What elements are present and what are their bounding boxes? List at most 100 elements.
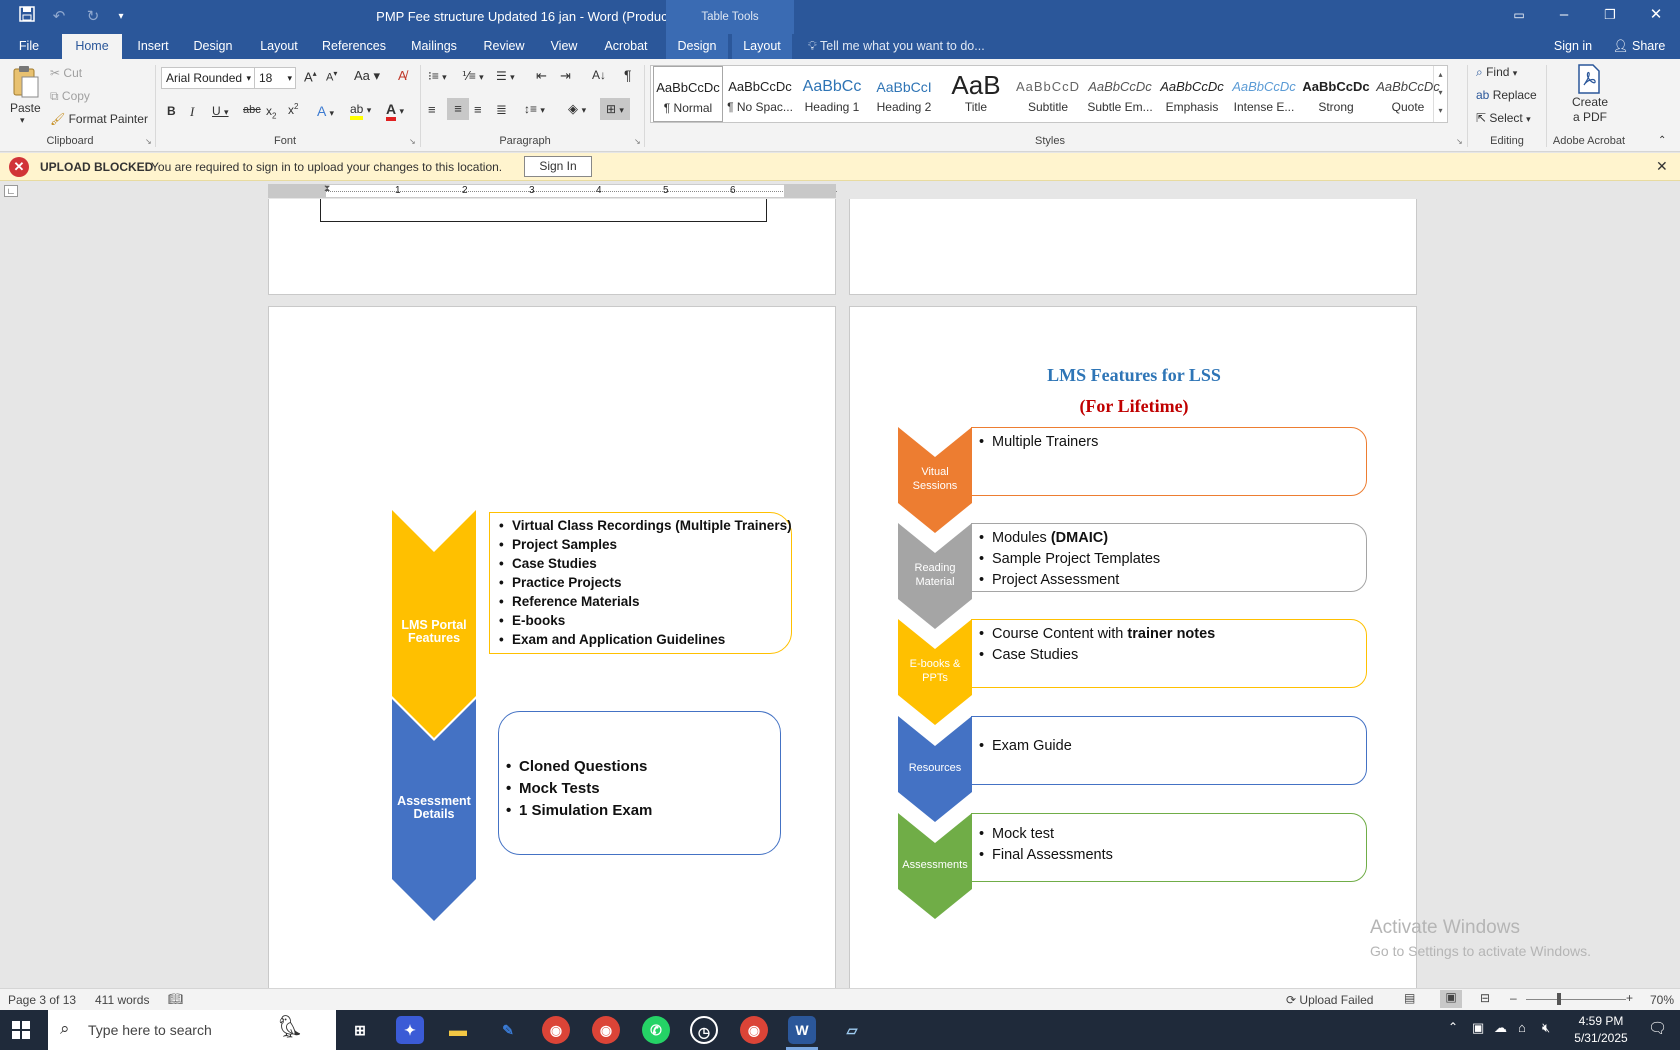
chrome-icon[interactable]: ◉: [740, 1016, 768, 1044]
style-subtle-emphasis[interactable]: AaBbCcDc Subtle Em...: [1085, 66, 1155, 122]
style-subtitle[interactable]: AaBbCcD Subtitle: [1013, 66, 1083, 122]
tab-acrobat[interactable]: Acrobat: [598, 34, 654, 59]
paragraph-launcher-icon[interactable]: ↘: [634, 137, 641, 146]
styles-launcher-icon[interactable]: ↘: [1456, 137, 1463, 146]
highlight-color-button[interactable]: ab ▾: [350, 102, 371, 120]
tab-design[interactable]: Design: [188, 34, 238, 59]
create-pdf-label-1[interactable]: Create: [1560, 95, 1620, 109]
text-effects-icon[interactable]: A ▾: [317, 103, 334, 119]
style-strong[interactable]: AaBbCcDc Strong: [1301, 66, 1371, 122]
tab-selector-icon[interactable]: ∟: [4, 185, 18, 197]
decrease-indent-icon[interactable]: ⇤: [536, 68, 547, 84]
indent-marker-icon[interactable]: ⧗: [324, 183, 330, 194]
font-color-button[interactable]: A ▾: [386, 101, 404, 121]
tab-table-layout[interactable]: Layout: [732, 34, 792, 59]
clock-icon[interactable]: ◷: [690, 1016, 718, 1044]
print-layout-icon[interactable]: ▣: [1440, 990, 1462, 1008]
tab-references[interactable]: References: [318, 34, 390, 59]
sign-in-button[interactable]: Sign In: [524, 156, 592, 177]
zoom-level[interactable]: 70%: [1650, 993, 1674, 1007]
notifications-icon[interactable]: 🗨︎: [1648, 1019, 1667, 1037]
tab-table-design[interactable]: Design: [666, 34, 728, 59]
web-layout-icon[interactable]: ⊟: [1480, 991, 1490, 1005]
select-button[interactable]: ⇱ Select ▾: [1476, 111, 1531, 125]
align-left-icon[interactable]: ≡: [428, 102, 436, 117]
bold-button[interactable]: B: [167, 104, 176, 118]
horizontal-ruler[interactable]: 1 2 3 4 5 6 7: [268, 184, 837, 198]
sign-in-link[interactable]: Sign in: [1548, 34, 1598, 59]
bullets-icon[interactable]: ⁝≡ ▾: [428, 69, 447, 83]
tab-home[interactable]: Home: [62, 34, 122, 59]
change-case-icon[interactable]: Aa ▾: [354, 68, 380, 84]
style-heading-1[interactable]: AaBbCc Heading 1: [797, 66, 867, 122]
format-painter-button[interactable]: 🖌︎ Format Painter: [50, 112, 148, 126]
italic-button[interactable]: I: [190, 104, 194, 120]
tab-layout[interactable]: Layout: [252, 34, 306, 59]
justify-icon[interactable]: ≣: [496, 102, 507, 118]
task-view-icon[interactable]: ⊞: [346, 1016, 374, 1044]
clear-formatting-icon[interactable]: A̸: [398, 68, 407, 83]
volume-muted-icon[interactable]: 🔇︎: [1542, 1020, 1550, 1036]
style-intense-emphasis[interactable]: AaBbCcDc Intense E...: [1229, 66, 1299, 122]
font-size-combobox[interactable]: 18 ▾: [254, 67, 296, 89]
word-count[interactable]: 411 words: [95, 993, 149, 1007]
increase-indent-icon[interactable]: ⇥: [560, 68, 571, 84]
chrome-icon[interactable]: ◉: [542, 1016, 570, 1044]
clock-time[interactable]: 4:59 PM: [1566, 1014, 1636, 1028]
font-launcher-icon[interactable]: ↘: [409, 137, 416, 146]
share-button[interactable]: 👤︎ Share: [1606, 34, 1672, 59]
tab-insert[interactable]: Insert: [130, 34, 176, 59]
line-spacing-icon[interactable]: ↕≡ ▾: [524, 102, 545, 116]
underline-button[interactable]: U ▾: [212, 104, 229, 118]
meet-icon[interactable]: ▣: [1472, 1020, 1484, 1036]
copy-button[interactable]: ⧉ Copy: [50, 89, 90, 104]
style-no-spacing[interactable]: AaBbCcDc ¶ No Spac...: [725, 66, 795, 122]
proofing-icon[interactable]: 📖︎: [168, 992, 183, 1006]
notepad-icon[interactable]: ▱: [838, 1016, 866, 1044]
font-name-combobox[interactable]: Arial Rounded ▾: [161, 67, 255, 89]
zoom-slider[interactable]: [1526, 999, 1626, 1000]
app-icon[interactable]: ✎: [494, 1016, 522, 1044]
paste-dropdown-icon[interactable]: ▾: [20, 115, 25, 126]
shading-icon[interactable]: ◈ ▾: [568, 101, 586, 117]
sort-icon[interactable]: A↓: [592, 68, 606, 82]
replace-button[interactable]: ab Replace: [1476, 88, 1537, 102]
align-center-icon[interactable]: ≡: [447, 98, 469, 120]
find-button[interactable]: ⌕ Find ▾: [1476, 65, 1517, 80]
chrome-icon[interactable]: ◉: [592, 1016, 620, 1044]
style-emphasis[interactable]: AaBbCcDc Emphasis: [1157, 66, 1227, 122]
shrink-font-icon[interactable]: A▾: [326, 69, 337, 84]
whatsapp-icon[interactable]: ✆: [642, 1016, 670, 1044]
upload-status[interactable]: ⟳ Upload Failed: [1286, 993, 1373, 1007]
subscript-button[interactable]: x2: [266, 104, 276, 120]
paste-icon[interactable]: [10, 65, 40, 101]
page-count[interactable]: Page 3 of 13: [8, 993, 76, 1007]
superscript-button[interactable]: x2: [288, 102, 298, 117]
close-button[interactable]: ✕: [1633, 0, 1679, 34]
tray-chevron-icon[interactable]: ⌃: [1448, 1020, 1458, 1034]
align-right-icon[interactable]: ≡: [474, 102, 482, 117]
ribbon-display-icon[interactable]: ▭: [1496, 0, 1542, 34]
tab-mailings[interactable]: Mailings: [404, 34, 464, 59]
windows-start-icon[interactable]: [12, 1021, 30, 1042]
restore-button[interactable]: ❐: [1587, 0, 1633, 34]
collapse-ribbon-icon[interactable]: ⌃: [1658, 135, 1666, 146]
create-pdf-label-2[interactable]: a PDF: [1560, 110, 1620, 124]
create-pdf-icon[interactable]: [1574, 63, 1606, 95]
multilevel-list-icon[interactable]: ☰ ▾: [496, 69, 515, 83]
style-heading-2[interactable]: AaBbCcI Heading 2: [869, 66, 939, 122]
clipboard-launcher-icon[interactable]: ↘: [145, 137, 152, 146]
numbering-icon[interactable]: ⅟≡ ▾: [462, 69, 484, 83]
tell-me-search[interactable]: 💡︎ Tell me what you want to do...: [808, 34, 985, 59]
zoom-in-icon[interactable]: +: [1626, 991, 1633, 1005]
tab-review[interactable]: Review: [478, 34, 530, 59]
onedrive-icon[interactable]: ☁: [1494, 1020, 1507, 1036]
borders-icon[interactable]: ⊞ ▾: [600, 98, 630, 120]
styles-scroll[interactable]: ▴ ▾ ▾: [1433, 66, 1447, 122]
taskbar-search[interactable]: ⌕ Type here to search 🦜︎: [48, 1010, 336, 1050]
tab-view[interactable]: View: [544, 34, 584, 59]
paste-button[interactable]: Paste: [10, 101, 41, 115]
minimize-button[interactable]: –: [1541, 0, 1587, 34]
zoom-out-icon[interactable]: –: [1510, 991, 1517, 1005]
tab-file[interactable]: File: [8, 34, 50, 59]
